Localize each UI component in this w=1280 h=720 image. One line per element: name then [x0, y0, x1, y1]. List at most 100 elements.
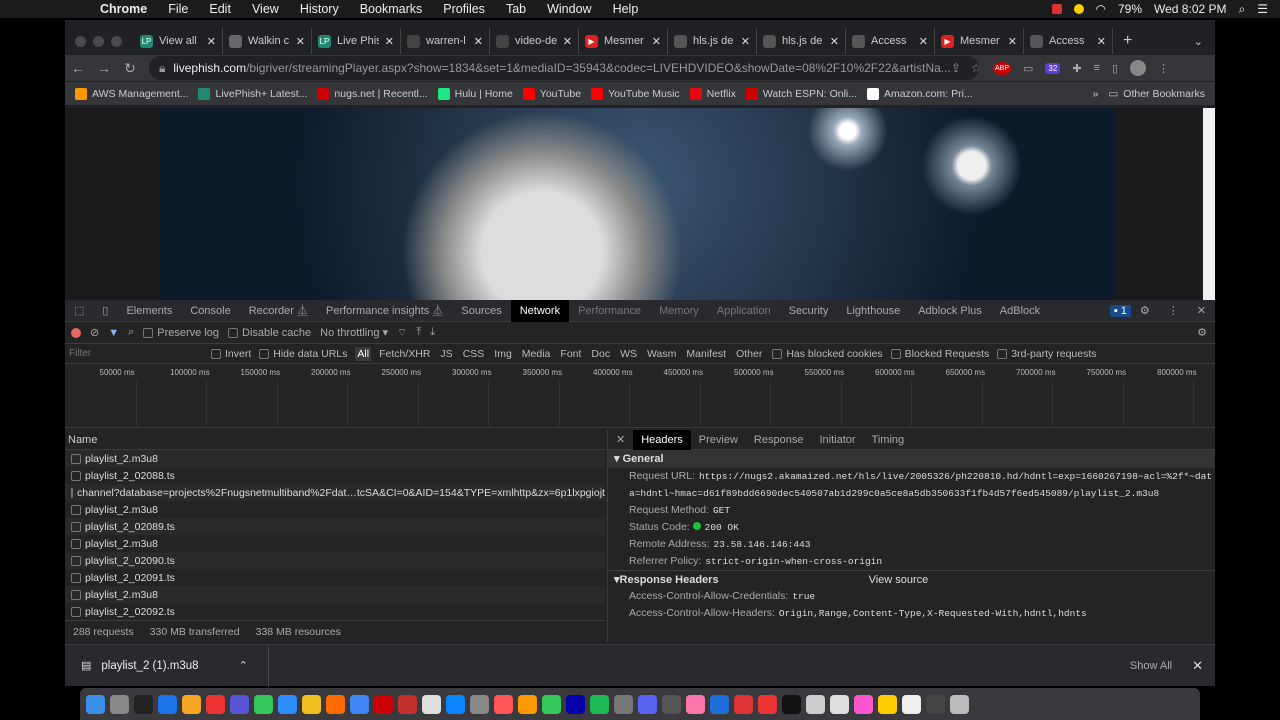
extensions-puzzle-icon[interactable]: ✚ [1072, 62, 1081, 75]
network-conditions-icon[interactable]: ⌔ [397, 326, 407, 340]
blocked-requests-checkbox[interactable]: Blocked Requests [890, 348, 989, 360]
dock-app-icon[interactable] [374, 694, 393, 714]
dock-app-icon[interactable] [902, 694, 921, 714]
menu-file[interactable]: File [168, 2, 188, 16]
dock-app-icon[interactable] [230, 694, 249, 714]
dock-app-icon[interactable] [110, 694, 129, 714]
dock-app-icon[interactable] [494, 694, 513, 714]
devtools-tab[interactable]: Performance insights ⏅ [317, 300, 452, 322]
dock-app-icon[interactable] [326, 694, 345, 714]
clear-icon[interactable]: ⊘ [90, 326, 99, 339]
detail-tab-response[interactable]: Response [746, 430, 812, 450]
dock-app-icon[interactable] [806, 694, 825, 714]
bookmark-item[interactable]: nugs.net | Recentl... [317, 87, 428, 100]
dock-app-icon[interactable] [710, 694, 729, 714]
devtools-tab[interactable]: Network [510, 299, 570, 322]
dock-app-icon[interactable] [566, 694, 585, 714]
filter-type-doc[interactable]: Doc [589, 347, 612, 361]
detail-tab-headers[interactable]: Headers [633, 429, 691, 450]
spotlight-icon[interactable]: ⌕ [1239, 2, 1246, 17]
dock-app-icon[interactable] [446, 694, 465, 714]
extension-badge[interactable]: 32 [1045, 62, 1061, 74]
dock-app-icon[interactable] [422, 694, 441, 714]
dock-app-icon[interactable] [398, 694, 417, 714]
detail-tab-timing[interactable]: Timing [864, 430, 913, 450]
menu-edit[interactable]: Edit [209, 2, 231, 16]
import-har-icon[interactable]: ⤒ [416, 326, 421, 339]
more-options-icon[interactable]: ⋮ [1159, 300, 1188, 322]
download-item[interactable]: ▤ playlist_2 (1).m3u8 ⌃ [65, 644, 269, 687]
dock-app-icon[interactable] [254, 694, 273, 714]
request-row[interactable]: playlist_2.m3u8 [65, 501, 605, 518]
forward-icon[interactable]: → [91, 60, 117, 76]
browser-tab[interactable]: video-de ✕ [490, 28, 579, 54]
filter-type-css[interactable]: CSS [461, 347, 487, 361]
bookmark-item[interactable]: LivePhish+ Latest... [198, 87, 307, 100]
devtools-tab[interactable]: Adblock Plus [909, 300, 991, 322]
network-settings-icon[interactable]: ⚙ [1197, 326, 1207, 339]
dock-app-icon[interactable] [518, 694, 537, 714]
dock-app-icon[interactable] [182, 694, 201, 714]
bookmarks-overflow-icon[interactable]: » [1093, 88, 1099, 100]
filter-type-manifest[interactable]: Manifest [684, 347, 728, 361]
bookmark-star-icon[interactable]: ☆ [971, 61, 979, 75]
filter-type-fetchxhr[interactable]: Fetch/XHR [377, 347, 432, 361]
close-download-bar-icon[interactable]: ✕ [1192, 658, 1203, 674]
other-bookmarks[interactable]: ▭ Other Bookmarks [1108, 88, 1205, 100]
request-row[interactable]: playlist_2.m3u8 [65, 450, 605, 467]
reading-list-icon[interactable]: ≡ [1094, 62, 1100, 74]
browser-tab[interactable]: warren-l ✕ [401, 28, 490, 54]
battery-label[interactable]: 79% [1118, 2, 1142, 16]
show-all-button[interactable]: Show All [1130, 660, 1172, 672]
close-tab-icon[interactable]: ✕ [385, 35, 394, 48]
close-tab-icon[interactable]: ✕ [563, 35, 572, 48]
dock-app-icon[interactable] [86, 694, 105, 714]
browser-tab[interactable]: ▶ Mesmer ✕ [935, 28, 1024, 54]
clock[interactable]: Wed 8:02 PM [1154, 2, 1226, 16]
control-center-icon[interactable]: ☰ [1257, 2, 1268, 16]
menu-app-name[interactable]: Chrome [100, 2, 147, 16]
dock-app-icon[interactable] [470, 694, 489, 714]
close-tab-icon[interactable]: ✕ [296, 35, 305, 48]
browser-tab[interactable]: LP Live Phis ✕ [312, 28, 401, 54]
devtools-tab[interactable]: Application [708, 300, 780, 322]
dock-app-icon[interactable] [878, 694, 897, 714]
menu-tab[interactable]: Tab [506, 2, 526, 16]
status-icon[interactable] [1051, 4, 1062, 14]
dock-app-icon[interactable] [830, 694, 849, 714]
request-row[interactable]: playlist_2_02091.ts [65, 569, 605, 586]
hide-data-urls-checkbox[interactable]: Hide data URLs [259, 348, 347, 360]
bookmark-item[interactable]: Watch ESPN: Onli... [745, 87, 857, 100]
filter-icon[interactable]: ▼ [108, 327, 119, 339]
export-har-icon[interactable]: ⤓ [430, 326, 435, 339]
bookmark-item[interactable]: YouTube [522, 87, 581, 100]
share-icon[interactable]: ⇪ [951, 61, 961, 75]
page-scrollbar[interactable] [1203, 108, 1215, 300]
close-tab-icon[interactable]: ✕ [474, 35, 483, 48]
filter-input[interactable] [65, 348, 203, 359]
devtools-tab[interactable]: Elements [117, 300, 181, 322]
dock-app-icon[interactable] [638, 694, 657, 714]
menu-history[interactable]: History [300, 2, 339, 16]
filter-type-js[interactable]: JS [438, 347, 454, 361]
new-tab-button[interactable]: + [1123, 32, 1132, 50]
filter-type-other[interactable]: Other [734, 347, 764, 361]
menu-help[interactable]: Help [613, 2, 639, 16]
request-row[interactable]: playlist_2_02092.ts [65, 603, 605, 620]
extension-icon[interactable]: ▭ [1023, 62, 1033, 75]
browser-tab[interactable]: LP View all ✕ [134, 28, 223, 54]
has-blocked-cookies-checkbox[interactable]: Has blocked cookies [772, 348, 883, 360]
devtools-tab[interactable]: Security [780, 300, 838, 322]
browser-tab[interactable]: Access ✕ [1024, 28, 1113, 54]
dock-app-icon[interactable] [134, 694, 153, 714]
menu-window[interactable]: Window [547, 2, 591, 16]
detail-tab-preview[interactable]: Preview [691, 430, 746, 450]
dock-app-icon[interactable] [758, 694, 777, 714]
window-controls[interactable] [75, 35, 122, 47]
record-icon[interactable] [71, 327, 81, 338]
video-player[interactable] [160, 108, 1115, 300]
close-tab-icon[interactable]: ✕ [830, 35, 839, 48]
close-detail-icon[interactable]: ✕ [608, 430, 633, 450]
close-tab-icon[interactable]: ✕ [207, 35, 216, 48]
close-devtools-icon[interactable]: ✕ [1188, 300, 1215, 322]
